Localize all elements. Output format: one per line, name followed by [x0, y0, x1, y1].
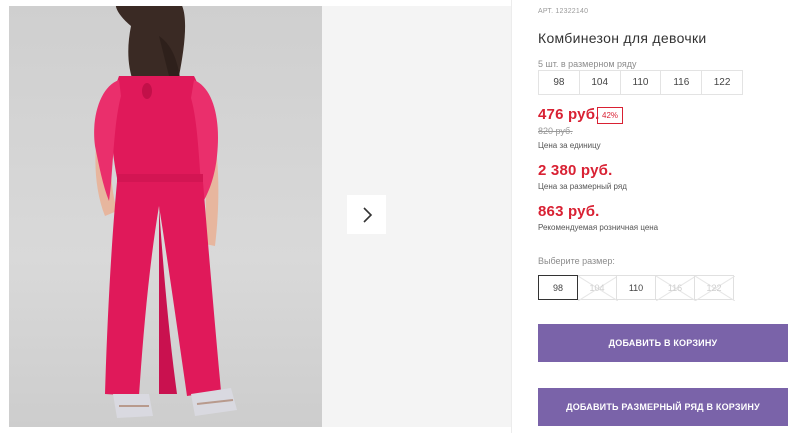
- size-option-98[interactable]: 98: [538, 275, 578, 300]
- add-to-cart-button[interactable]: ДОБАВИТЬ В КОРЗИНУ: [538, 324, 788, 362]
- unit-price: 476 руб.: [538, 106, 600, 123]
- size-option-122: 122: [694, 275, 735, 301]
- rrp-price-caption: Рекомендуемая розничная цена: [538, 223, 659, 232]
- old-price: 820 руб.: [538, 126, 573, 136]
- product-info-panel: АРТ. 12322140 Комбинезон для девочки 5 ш…: [538, 0, 792, 433]
- row-price: 2 380 руб.: [538, 162, 613, 179]
- size-row-label: 5 шт. в размерном ряду: [538, 59, 637, 69]
- size-row-cell: 104: [580, 71, 621, 94]
- size-option-label: 98: [552, 282, 563, 293]
- product-sku: АРТ. 12322140: [538, 8, 589, 15]
- size-row-table: 98 104 110 116 122: [538, 70, 743, 95]
- size-option-label: 110: [628, 282, 644, 293]
- size-select-label: Выберите размер:: [538, 256, 615, 266]
- size-option-104: 104: [577, 275, 618, 301]
- size-option-label: 116: [667, 282, 683, 293]
- row-price-caption: Цена за размерный ряд: [538, 182, 627, 191]
- size-picker: 98 104 110 116 122: [538, 275, 735, 301]
- product-photo[interactable]: [9, 6, 322, 427]
- product-title: Комбинезон для девочки: [538, 30, 707, 46]
- size-row-cell: 98: [539, 71, 580, 94]
- rrp-price: 863 руб.: [538, 203, 600, 220]
- girl-in-jumpsuit-image: [94, 6, 237, 418]
- size-row-cell: 116: [661, 71, 703, 94]
- add-size-row-to-cart-button[interactable]: ДОБАВИТЬ РАЗМЕРНЫЙ РЯД В КОРЗИНУ: [538, 388, 788, 426]
- size-option-116: 116: [655, 275, 696, 301]
- chevron-right-icon: [362, 206, 372, 223]
- discount-badge: 42%: [597, 107, 624, 124]
- panel-divider: [511, 0, 512, 433]
- size-option-label: 122: [706, 282, 722, 293]
- size-row-cell: 110: [621, 71, 662, 94]
- size-option-110[interactable]: 110: [616, 275, 656, 300]
- size-option-label: 104: [589, 282, 605, 293]
- size-row-cell: 122: [713, 77, 731, 88]
- unit-price-caption: Цена за единицу: [538, 141, 601, 150]
- gallery-next-button[interactable]: [347, 195, 386, 234]
- product-gallery: [0, 0, 512, 433]
